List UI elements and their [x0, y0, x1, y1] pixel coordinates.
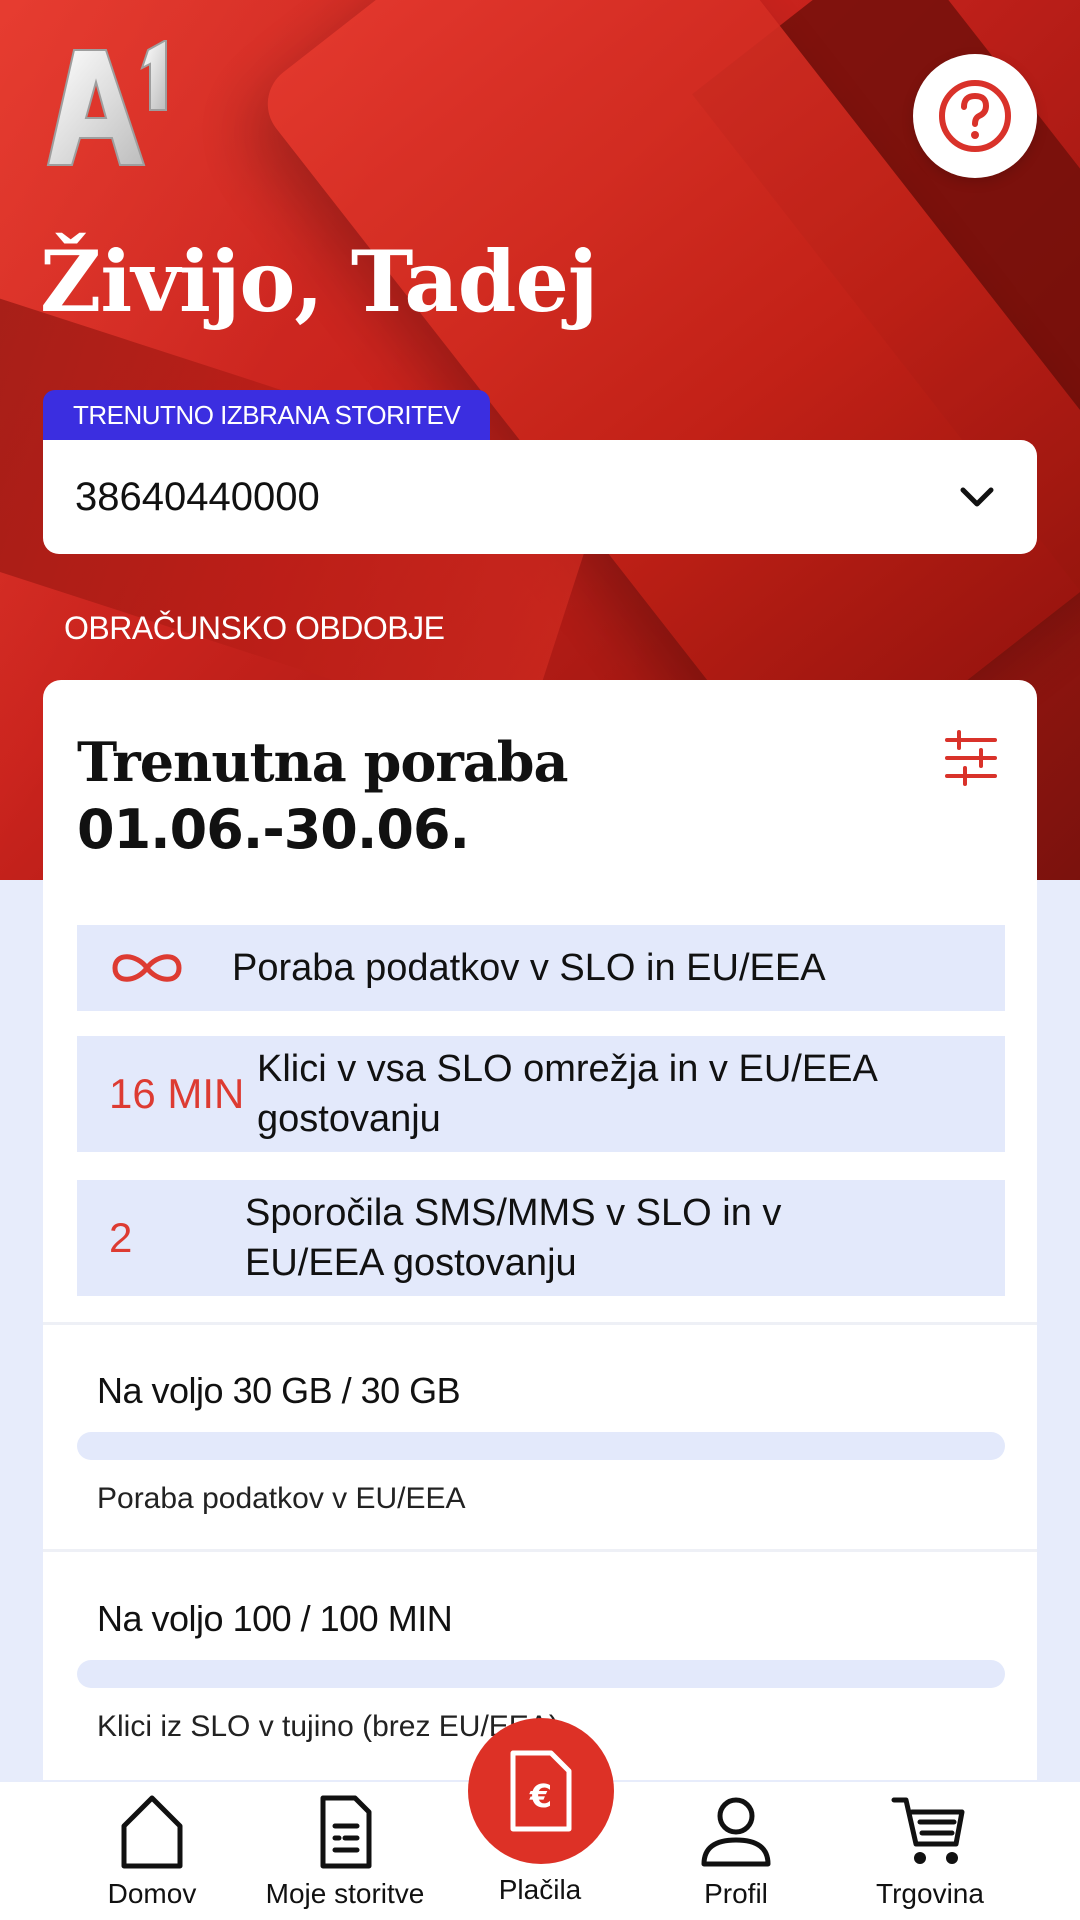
greeting-title: Živijo, Tadej: [40, 232, 598, 331]
infinity-icon: [112, 954, 182, 982]
usage-card: Trenutna poraba 01.06.-30.06. Poraba pod…: [43, 680, 1037, 1780]
sliders-icon[interactable]: [943, 730, 999, 786]
allowance-description: Poraba podatkov v EU/EEA: [97, 1482, 466, 1515]
usage-row-label: Sporočila SMS/MMS v SLO in v EU/EEA gost…: [245, 1192, 782, 1284]
question-circle-icon: [939, 80, 1011, 152]
chevron-down-icon: [960, 487, 994, 507]
a1-logo: [46, 40, 167, 166]
service-number: 38640440000: [75, 474, 320, 519]
usage-row-label: Klici v vsa SLO omrežja in v EU/EEA gost…: [257, 1048, 876, 1140]
usage-title: Trenutna poraba: [77, 730, 569, 794]
euro-document-icon: €: [510, 1750, 572, 1832]
service-selector[interactable]: 38640440000: [43, 440, 1037, 554]
document-list-icon: [320, 1795, 372, 1869]
user-icon: [701, 1797, 771, 1867]
usage-row-sms[interactable]: 2 Sporočila SMS/MMS v SLO in v EU/EEA go…: [77, 1180, 1005, 1296]
divider: [43, 1322, 1037, 1325]
home-icon: [121, 1795, 183, 1869]
allowance-available: Na voljo 100 / 100 MIN: [97, 1598, 453, 1639]
allowance-progress-bar: [77, 1432, 1005, 1460]
billing-period-label: OBRAČUNSKO OBDOBJE: [64, 610, 445, 646]
usage-row-value: 16 MIN: [109, 1070, 245, 1117]
nav-payments-button[interactable]: €: [468, 1718, 614, 1864]
nav-shop[interactable]: Trgovina: [830, 1782, 1030, 1920]
nav-label: Domov: [107, 1878, 197, 1909]
nav-label: Trgovina: [876, 1878, 984, 1909]
allowance-progress-bar: [77, 1660, 1005, 1688]
cart-icon: [891, 1797, 965, 1864]
allowance-available: Na voljo 30 GB / 30 GB: [97, 1370, 461, 1411]
usage-row-label: Poraba podatkov v SLO in EU/EEA: [232, 947, 826, 989]
usage-row-data[interactable]: Poraba podatkov v SLO in EU/EEA: [77, 925, 1005, 1011]
nav-home[interactable]: Domov: [52, 1782, 252, 1920]
nav-profile[interactable]: Profil: [636, 1782, 836, 1920]
selected-service-tag: TRENUTNO IZBRANA STORITEV: [43, 390, 491, 440]
divider: [43, 1549, 1037, 1552]
nav-label: Plačila: [498, 1874, 582, 1905]
nav-label: Moje storitve: [265, 1878, 425, 1909]
nav-my-services[interactable]: Moje storitve: [245, 1782, 445, 1920]
svg-text:€: €: [529, 1777, 552, 1815]
usage-row-calls[interactable]: 16 MIN Klici v vsa SLO omrežja in v EU/E…: [77, 1036, 1005, 1152]
help-button[interactable]: [913, 54, 1037, 178]
usage-row-value: 2: [109, 1214, 133, 1261]
usage-date-range: 01.06.-30.06.: [77, 798, 470, 861]
nav-label: Profil: [704, 1878, 768, 1909]
